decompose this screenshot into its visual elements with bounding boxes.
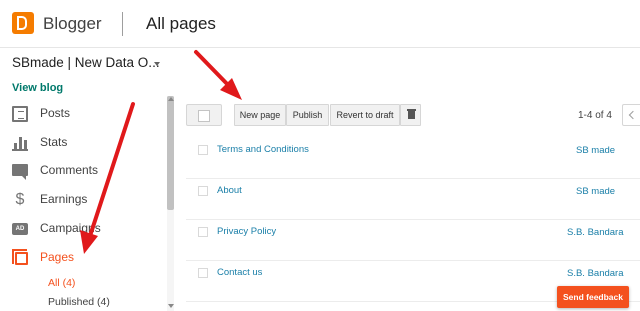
sidebar-subitem-published[interactable]: Published (4) [48,296,110,308]
scroll-up-icon[interactable] [168,97,174,101]
header-divider [122,12,123,36]
table-row[interactable]: About SB made [186,179,640,220]
blog-selector[interactable]: SBmade | New Data O... [12,55,160,70]
revert-to-draft-button[interactable]: Revert to draft [330,104,400,126]
sidebar-item-campaigns[interactable]: AD Campaigns [12,219,162,241]
row-checkbox[interactable] [198,268,208,278]
table-row[interactable]: Privacy Policy S.B. Bandara [186,220,640,261]
new-page-button[interactable]: New page [234,104,286,126]
stats-icon [12,135,28,151]
blogger-logo-icon[interactable] [12,12,34,34]
page-title-link[interactable]: Privacy Policy [217,226,276,237]
brand-name[interactable]: Blogger [43,14,102,34]
view-blog-link[interactable]: View blog [12,82,63,94]
sidebar-item-label: Earnings [40,192,88,206]
row-checkbox[interactable] [198,227,208,237]
sidebar-scrollbar-thumb[interactable] [167,96,174,210]
row-checkbox[interactable] [198,145,208,155]
sidebar-item-posts[interactable]: Posts [12,104,162,126]
page-title-link[interactable]: Terms and Conditions [217,144,309,155]
pagination-count: 1-4 of 4 [578,110,612,121]
campaigns-icon: AD [12,223,28,235]
scroll-down-icon[interactable] [168,304,174,308]
sidebar-item-label: Stats [40,135,68,149]
page-author[interactable]: SB made [576,145,615,156]
sidebar-subitem-all[interactable]: All (4) [48,277,75,289]
chevron-left-icon [628,110,638,120]
arrowhead-new-page [220,78,242,100]
sidebar-item-pages[interactable]: Pages [12,248,162,270]
pages-icon [12,249,28,265]
sidebar-item-comments[interactable]: Comments [12,161,162,183]
sidebar-item-earnings[interactable]: $ Earnings [12,190,162,212]
sidebar-item-stats[interactable]: Stats [12,133,162,155]
annotation-arrow-new-page [194,50,234,91]
row-checkbox[interactable] [198,186,208,196]
sidebar-item-label: Comments [40,163,99,177]
select-all-checkbox[interactable] [186,104,222,126]
previous-page-button[interactable] [622,104,640,126]
comments-icon [12,164,28,180]
dollar-icon: $ [15,191,25,208]
table-row[interactable]: Terms and Conditions SB made [186,138,640,179]
delete-button[interactable] [400,104,421,126]
page-title-link[interactable]: Contact us [217,267,262,278]
sidebar-item-label: Campaigns [40,221,101,235]
top-bar: Blogger All pages [0,0,640,48]
page-author[interactable]: S.B. Bandara [567,268,624,279]
chevron-down-icon[interactable] [154,62,160,66]
page-author[interactable]: S.B. Bandara [567,227,624,238]
page-title: All pages [146,14,216,33]
page-author[interactable]: SB made [576,186,615,197]
send-feedback-button[interactable]: Send feedback [557,286,629,308]
page-title-link[interactable]: About [217,185,242,196]
publish-button[interactable]: Publish [286,104,329,126]
sidebar-item-label: Posts [40,106,71,120]
sidebar-item-label: Pages [40,250,75,264]
posts-icon [12,106,28,122]
